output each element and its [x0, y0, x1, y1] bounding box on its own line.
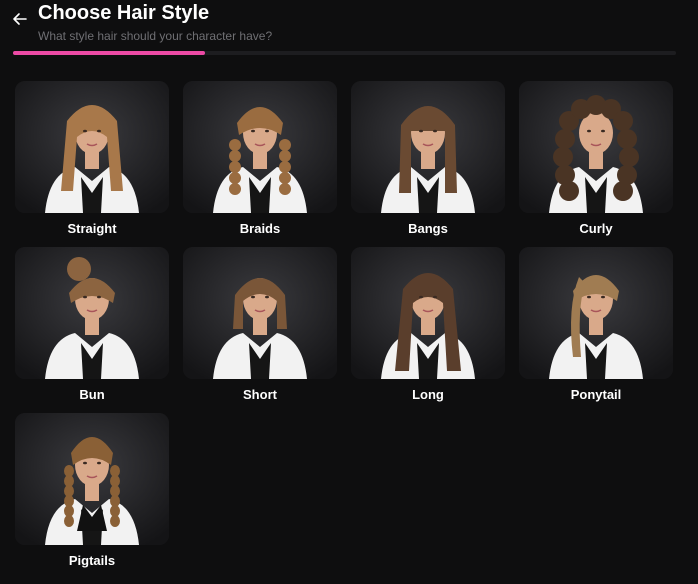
hair-style-label: Ponytail [570, 387, 622, 402]
hair-style-option-ponytail[interactable]: Ponytail [519, 247, 673, 402]
hair-style-grid: Straight Braids Bangs Curly Bun Short Lo… [15, 81, 675, 568]
hair-style-option-bangs[interactable]: Bangs [351, 81, 505, 236]
hair-style-preview-image [15, 247, 169, 379]
progress-bar [13, 51, 676, 55]
hair-style-label: Short [243, 387, 277, 402]
hair-style-option-long[interactable]: Long [351, 247, 505, 402]
header: Choose Hair Style What style hair should… [0, 0, 698, 60]
hair-style-preview-image [15, 81, 169, 213]
hair-style-label: Straight [67, 221, 117, 236]
progress-bar-fill [13, 51, 206, 55]
hair-style-preview-image [519, 247, 673, 379]
hair-style-option-curly[interactable]: Curly [519, 81, 673, 236]
hair-style-option-straight[interactable]: Straight [15, 81, 169, 236]
hair-style-preview-image [183, 81, 337, 213]
back-arrow-icon[interactable] [10, 9, 30, 29]
hair-style-option-pigtails[interactable]: Pigtails [15, 413, 169, 568]
hair-style-preview-image [351, 81, 505, 213]
page-title: Choose Hair Style [38, 2, 210, 24]
hair-style-label: Pigtails [68, 553, 116, 568]
hair-style-label: Braids [239, 221, 281, 236]
hair-style-label: Bangs [408, 221, 448, 236]
hair-style-preview-image [519, 81, 673, 213]
hair-style-option-bun[interactable]: Bun [15, 247, 169, 402]
hair-style-label: Long [412, 387, 444, 402]
hair-style-label: Bun [79, 387, 105, 402]
hair-style-option-short[interactable]: Short [183, 247, 337, 402]
hair-style-label: Curly [579, 221, 613, 236]
page-subtitle: What style hair should your character ha… [38, 29, 273, 43]
hair-style-preview-image [183, 247, 337, 379]
hair-style-preview-image [351, 247, 505, 379]
hair-style-preview-image [15, 413, 169, 545]
hair-style-option-braids[interactable]: Braids [183, 81, 337, 236]
